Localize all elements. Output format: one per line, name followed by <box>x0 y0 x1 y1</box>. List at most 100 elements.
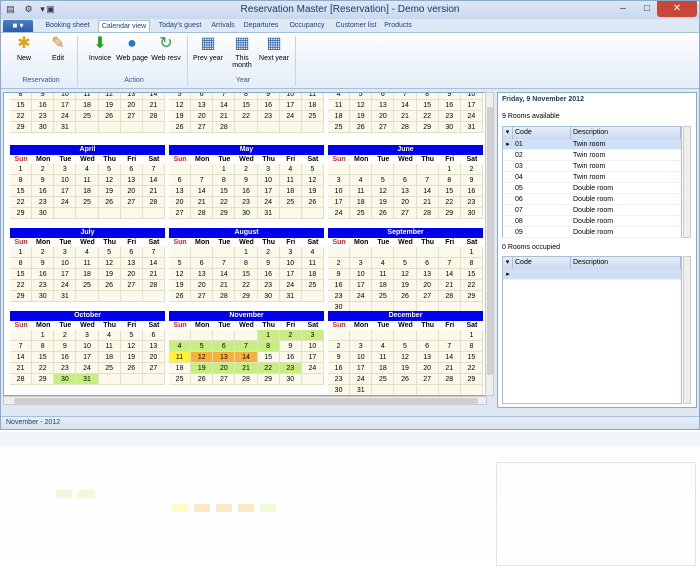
day-cell[interactable]: 21 <box>142 269 165 280</box>
occupied-rooms-table[interactable]: ▾ Code Description ▸ <box>502 256 682 404</box>
day-cell[interactable]: 10 <box>350 352 373 363</box>
prev-year-button[interactable]: ▦ Prev year <box>191 35 225 62</box>
day-cell[interactable]: 30 <box>257 291 280 302</box>
day-cell[interactable] <box>372 330 395 341</box>
day-cell[interactable]: 28 <box>213 291 236 302</box>
day-cell[interactable]: 12 <box>169 100 192 111</box>
day-cell[interactable]: 6 <box>191 258 214 269</box>
month-header[interactable]: June <box>328 145 483 155</box>
day-cell[interactable]: 11 <box>76 93 99 100</box>
table-row[interactable]: ▸ 01 Twin room <box>503 139 681 150</box>
day-cell[interactable]: 7 <box>438 341 461 352</box>
day-cell[interactable]: 15 <box>235 100 258 111</box>
day-cell[interactable]: 6 <box>416 341 439 352</box>
day-cell[interactable]: 13 <box>416 269 439 280</box>
day-cell[interactable]: 4 <box>279 164 302 175</box>
day-cell[interactable]: 10 <box>350 269 373 280</box>
day-cell[interactable]: 1 <box>460 330 483 341</box>
day-cell[interactable] <box>169 164 192 175</box>
day-cell[interactable]: 25 <box>372 374 395 385</box>
day-cell[interactable]: 1 <box>213 164 236 175</box>
day-cell[interactable]: 6 <box>416 258 439 269</box>
day-cell[interactable]: 3 <box>54 164 77 175</box>
day-cell[interactable]: 9 <box>32 175 55 186</box>
day-cell[interactable]: 27 <box>120 197 143 208</box>
day-cell[interactable]: 8 <box>235 258 258 269</box>
day-cell[interactable]: 15 <box>10 100 33 111</box>
day-cell[interactable]: 24 <box>350 374 373 385</box>
day-cell[interactable]: 19 <box>350 111 373 122</box>
day-cell[interactable]: 8 <box>257 341 280 352</box>
day-cell[interactable]: 2 <box>235 164 258 175</box>
day-cell[interactable]: 12 <box>372 186 395 197</box>
day-cell[interactable]: 12 <box>301 175 324 186</box>
day-cell[interactable]: 25 <box>169 374 192 385</box>
day-cell[interactable]: 14 <box>213 100 236 111</box>
day-cell[interactable]: 17 <box>76 352 99 363</box>
day-cell[interactable]: 21 <box>142 100 165 111</box>
day-cell[interactable]: 29 <box>32 374 55 385</box>
day-cell[interactable]: 28 <box>213 122 236 133</box>
table-row[interactable]: 08 Double room <box>503 216 681 227</box>
day-cell[interactable]: 14 <box>416 186 439 197</box>
day-cell[interactable]: 17 <box>257 186 280 197</box>
day-cell[interactable] <box>235 122 258 133</box>
day-cell[interactable]: 2 <box>328 341 351 352</box>
day-cell[interactable]: 4 <box>350 175 373 186</box>
day-cell[interactable]: 7 <box>191 175 214 186</box>
day-cell[interactable] <box>142 291 165 302</box>
day-cell[interactable]: 7 <box>438 258 461 269</box>
day-cell[interactable]: 3 <box>350 258 373 269</box>
day-cell[interactable]: 23 <box>328 291 351 302</box>
day-cell[interactable]: 18 <box>98 352 121 363</box>
day-cell[interactable]: 6 <box>120 164 143 175</box>
day-cell[interactable]: 25 <box>279 197 302 208</box>
day-cell[interactable]: 24 <box>279 280 302 291</box>
day-cell[interactable]: 25 <box>372 291 395 302</box>
day-cell[interactable] <box>54 208 77 219</box>
day-cell[interactable]: 1 <box>438 164 461 175</box>
day-cell[interactable]: 8 <box>10 175 33 186</box>
day-cell[interactable]: 29 <box>213 208 236 219</box>
day-cell[interactable]: 12 <box>98 93 121 100</box>
day-cell[interactable]: 19 <box>98 186 121 197</box>
day-cell[interactable]: 15 <box>32 352 55 363</box>
day-cell[interactable]: 14 <box>438 352 461 363</box>
day-cell[interactable] <box>372 164 395 175</box>
day-cell[interactable]: 5 <box>169 258 192 269</box>
table-row[interactable]: 06 Double room <box>503 194 681 205</box>
day-cell[interactable]: 16 <box>328 363 351 374</box>
table-row[interactable]: 09 Double room <box>503 227 681 238</box>
day-cell[interactable]: 5 <box>372 175 395 186</box>
day-cell[interactable]: 2 <box>257 247 280 258</box>
day-cell[interactable] <box>279 208 302 219</box>
day-cell[interactable] <box>394 385 417 395</box>
day-cell[interactable] <box>76 291 99 302</box>
tab-customer-list[interactable]: Customer list <box>331 20 381 32</box>
day-cell[interactable]: 4 <box>76 247 99 258</box>
day-cell[interactable]: 13 <box>142 341 165 352</box>
table-row[interactable]: 04 Twin room <box>503 172 681 183</box>
day-cell[interactable]: 6 <box>120 247 143 258</box>
day-cell[interactable]: 20 <box>372 111 395 122</box>
day-cell[interactable]: 11 <box>301 258 324 269</box>
file-menu-button[interactable]: ■ ▾ <box>3 20 33 32</box>
day-cell[interactable]: 19 <box>169 111 192 122</box>
day-cell[interactable]: 24 <box>279 111 302 122</box>
day-cell[interactable]: 25 <box>328 122 351 133</box>
day-cell[interactable]: 4 <box>372 341 395 352</box>
day-cell[interactable]: 11 <box>372 269 395 280</box>
day-cell[interactable]: 5 <box>301 164 324 175</box>
day-cell[interactable]: 27 <box>372 122 395 133</box>
day-cell[interactable]: 10 <box>54 93 77 100</box>
day-cell[interactable]: 23 <box>235 197 258 208</box>
day-cell[interactable]: 5 <box>350 93 373 100</box>
day-cell[interactable]: 20 <box>191 280 214 291</box>
day-cell[interactable] <box>328 247 351 258</box>
day-cell[interactable]: 17 <box>328 197 351 208</box>
day-cell[interactable]: 4 <box>169 341 192 352</box>
scroll-thumb[interactable] <box>14 398 478 404</box>
day-cell[interactable]: 2 <box>460 164 483 175</box>
day-cell[interactable]: 15 <box>460 352 483 363</box>
day-cell[interactable]: 21 <box>235 363 258 374</box>
